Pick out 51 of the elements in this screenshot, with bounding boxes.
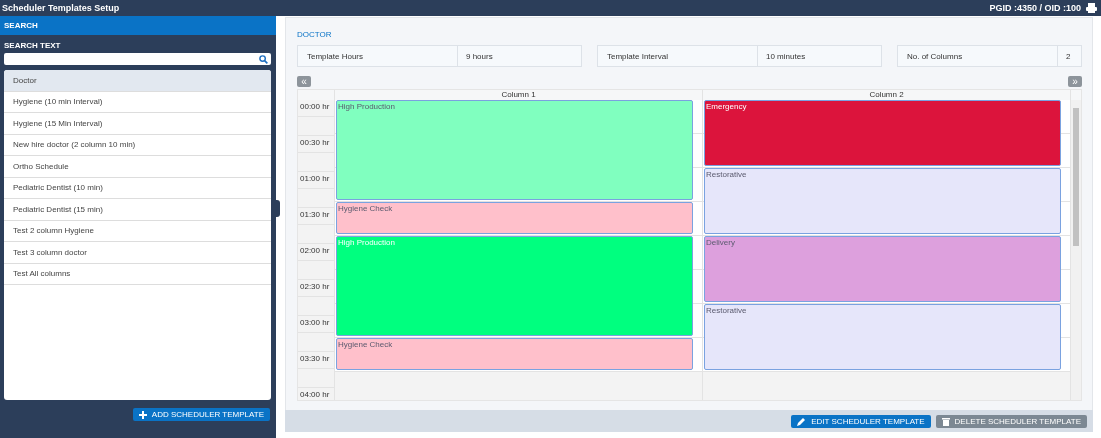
- previous-button[interactable]: «: [297, 76, 311, 87]
- template-name: DOCTOR: [297, 29, 333, 41]
- schedule-block[interactable]: Hygiene Check: [336, 202, 693, 234]
- info-value: 2: [1065, 51, 1071, 61]
- pencil-icon: [797, 416, 807, 426]
- schedule-block[interactable]: High Production: [336, 100, 693, 200]
- search-label: SEARCH TEXT: [3, 40, 62, 52]
- search-field[interactable]: [4, 53, 271, 65]
- schedule-block[interactable]: Emergency: [704, 100, 1061, 166]
- info-label: No. of Columns: [898, 46, 1058, 66]
- time-label: 04:00 hr: [300, 390, 330, 399]
- template-item[interactable]: Ortho Schedule: [4, 156, 271, 178]
- time-label: 00:00 hr: [300, 102, 330, 111]
- next-button[interactable]: »: [1068, 76, 1082, 87]
- time-label: 01:30 hr: [300, 210, 330, 219]
- template-item[interactable]: Hygiene (10 min Interval): [4, 91, 271, 113]
- template-item[interactable]: Hygiene (15 Min Interval): [4, 113, 271, 135]
- splitter-handle[interactable]: [276, 200, 280, 217]
- template-item[interactable]: New hire doctor (2 column 10 min): [4, 134, 271, 156]
- template-item[interactable]: Pediatric Dentist (10 min): [4, 177, 271, 199]
- template-item[interactable]: Test 2 column Hygiene: [4, 220, 271, 242]
- schedule-block[interactable]: Restorative: [704, 168, 1061, 234]
- template-item[interactable]: Test All columns: [4, 263, 271, 285]
- info-value: 10 minutes: [765, 51, 806, 61]
- edit-template-button[interactable]: EDIT SCHEDULER TEMPLATE: [791, 414, 931, 428]
- time-label: 00:30 hr: [300, 138, 330, 147]
- time-label: 02:00 hr: [300, 246, 330, 255]
- time-label: 01:00 hr: [300, 174, 330, 183]
- column-header: Column 1: [501, 90, 536, 99]
- template-item[interactable]: Doctor: [4, 70, 271, 92]
- info-label: Template Hours: [298, 46, 458, 66]
- schedule-block[interactable]: Delivery: [704, 236, 1061, 302]
- page-ids: PGID :4350 / OID :100: [989, 3, 1081, 13]
- schedule-block[interactable]: Hygiene Check: [336, 338, 693, 370]
- search-icon[interactable]: [259, 54, 268, 64]
- info-label: Template Interval: [598, 46, 758, 66]
- info-value: 9 hours: [465, 51, 493, 61]
- trash-icon: [941, 416, 950, 426]
- template-item[interactable]: Pediatric Dentist (15 min): [4, 199, 271, 221]
- delete-template-button[interactable]: DELETE SCHEDULER TEMPLATE: [935, 414, 1087, 428]
- column-header: Column 2: [869, 90, 904, 99]
- schedule-block[interactable]: Restorative: [704, 304, 1061, 370]
- time-label: 03:30 hr: [300, 354, 330, 363]
- window-title: Scheduler Templates Setup: [2, 3, 121, 13]
- printer-icon[interactable]: [1086, 3, 1097, 13]
- template-item[interactable]: Test 3 column doctor: [4, 242, 271, 264]
- plus-icon: [138, 410, 147, 419]
- search-header: SEARCH: [0, 16, 276, 35]
- time-label: 03:00 hr: [300, 318, 330, 327]
- add-template-button[interactable]: ADD SCHEDULER TEMPLATE: [132, 408, 270, 421]
- time-label: 02:30 hr: [300, 282, 330, 291]
